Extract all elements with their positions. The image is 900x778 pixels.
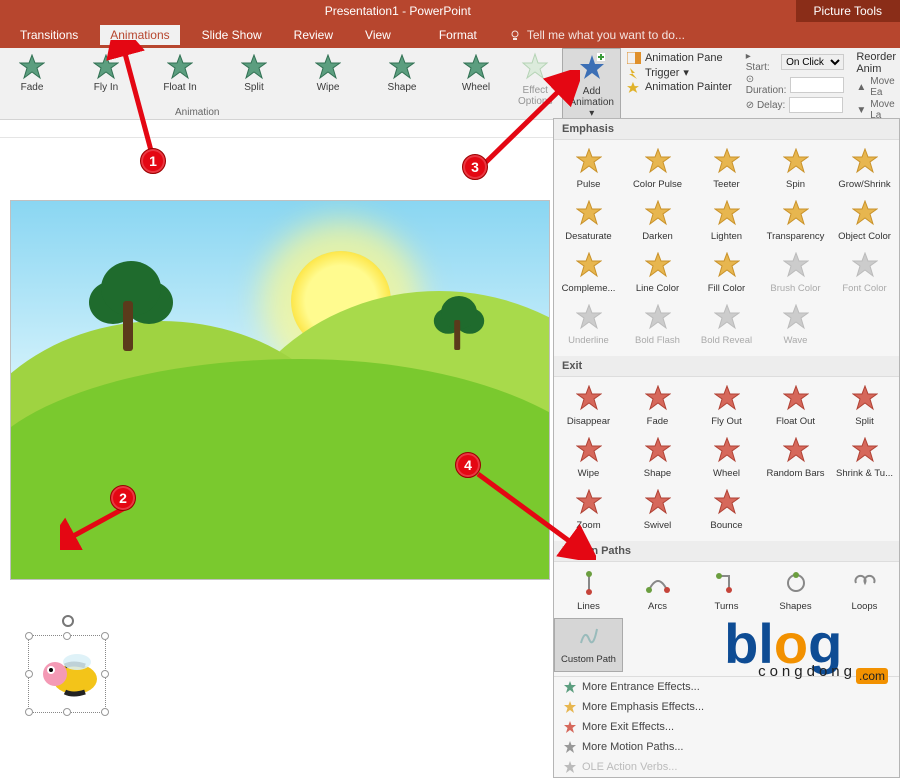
group-label-animation: Animation [175,107,219,118]
annotation-marker-3: 3 [462,154,488,180]
gallery-item-shape[interactable]: Shape [374,54,430,93]
star-icon [564,721,576,733]
exit-float-out[interactable]: Float Out [761,381,830,433]
motion-lines[interactable]: Lines [554,566,623,618]
annotation-arrow-2 [105,40,165,160]
exit-fly-out[interactable]: Fly Out [692,381,761,433]
section-motion-paths: Motion Paths [554,541,899,562]
emphasis-spin[interactable]: Spin [761,144,830,196]
star-icon [564,701,576,713]
selected-picture-bee[interactable] [28,635,106,713]
gallery-item-fade[interactable]: Fade [4,54,60,93]
emphasis-object-color[interactable]: Object Color [830,196,899,248]
trigger-button[interactable]: Trigger ▾ [627,66,732,79]
emphasis-lighten[interactable]: Lighten [692,196,761,248]
add-animation-icon [578,53,606,81]
exit-disappear[interactable]: Disappear [554,381,623,433]
tab-view[interactable]: View [355,25,401,45]
annotation-marker-4: 4 [455,452,481,478]
trigger-icon [627,67,641,79]
emphasis-font-color: Font Color [830,248,899,300]
annotation-marker-2: 2 [110,485,136,511]
delay-label: ⊘ Delay: [746,100,786,111]
emphasis-desaturate[interactable]: Desaturate [554,196,623,248]
tab-transitions[interactable]: Transitions [10,25,88,45]
exit-shape[interactable]: Shape [623,433,692,485]
start-select[interactable]: On Click [781,54,844,70]
exit-shrink---tu---[interactable]: Shrink & Tu... [830,433,899,485]
painter-icon [627,81,641,93]
motion-custom-path[interactable]: Custom Path [554,618,623,672]
star-icon [564,761,576,773]
emphasis-bold-flash: Bold Flash [623,300,692,352]
duration-label: ⊙ Duration: [746,74,787,96]
exit-random-bars[interactable]: Random Bars [761,433,830,485]
emphasis-bold-reveal: Bold Reveal [692,300,761,352]
star-icon [564,741,576,753]
animation-pane-button[interactable]: Animation Pane [627,52,732,64]
emphasis-compleme---[interactable]: Compleme... [554,248,623,300]
gallery-item-wipe[interactable]: Wipe [300,54,356,93]
emphasis-underline: Underline [554,300,623,352]
emphasis-grow-shrink[interactable]: Grow/Shrink [830,144,899,196]
animation-painter-button[interactable]: Animation Painter [627,81,732,93]
annotation-arrow-4 [476,470,596,560]
emphasis-teeter[interactable]: Teeter [692,144,761,196]
gallery-item-split[interactable]: Split [226,54,282,93]
advanced-animation-group: Animation Pane Trigger ▾ Animation Paint… [621,48,738,119]
section-emphasis: Emphasis [554,119,899,140]
emphasis-darken[interactable]: Darken [623,196,692,248]
emphasis-wave: Wave [761,300,830,352]
tell-me-search[interactable]: Tell me what you want to do... [509,28,685,42]
exit-wheel[interactable]: Wheel [692,433,761,485]
exit-fade[interactable]: Fade [623,381,692,433]
move-earlier-button[interactable]: ▲ Move Ea [856,76,896,98]
emphasis-fill-color[interactable]: Fill Color [692,248,761,300]
footer-link-3[interactable]: More Motion Paths... [554,737,899,757]
reorder-group: Reorder Anim ▲ Move Ea ▼ Move La [852,48,900,119]
motion-arcs[interactable]: Arcs [623,566,692,618]
lightbulb-icon [509,29,521,41]
title-bar: Presentation1 - PowerPoint Picture Tools [0,0,900,22]
reorder-title: Reorder Anim [856,51,896,75]
footer-link-2[interactable]: More Exit Effects... [554,717,899,737]
tab-review[interactable]: Review [284,25,343,45]
watermark-logo: blog congdong.com [724,611,888,683]
emphasis-transparency[interactable]: Transparency [761,196,830,248]
context-tab-picture-tools[interactable]: Picture Tools [796,0,900,22]
pane-icon [627,52,641,64]
delay-input[interactable] [789,97,843,113]
timing-group: ▸ Start:On Click ⊙ Duration: ⊘ Delay: [742,48,849,119]
footer-link-1[interactable]: More Emphasis Effects... [554,697,899,717]
duration-input[interactable] [790,77,844,93]
bee-clipart [35,644,105,704]
exit-swivel[interactable]: Swivel [623,485,692,537]
emphasis-line-color[interactable]: Line Color [623,248,692,300]
annotation-arrow-1 [60,500,160,550]
star-icon [564,681,576,693]
emphasis-color-pulse[interactable]: Color Pulse [623,144,692,196]
animation-gallery[interactable]: FadeFly InFloat InSplitWipeShapeWheel [0,48,508,93]
slide-canvas[interactable] [10,140,550,560]
tab-format[interactable]: Format [429,25,487,45]
section-exit: Exit [554,356,899,377]
tab-slideshow[interactable]: Slide Show [192,25,272,45]
exit-bounce[interactable]: Bounce [692,485,761,537]
rotate-handle-icon[interactable] [61,614,75,628]
annotation-arrow-3 [480,70,580,170]
start-label: ▸ Start: [746,51,777,73]
annotation-marker-1: 1 [140,148,166,174]
exit-split[interactable]: Split [830,381,899,433]
footer-link-4: OLE Action Verbs... [554,757,899,777]
emphasis-brush-color: Brush Color [761,248,830,300]
window-title: Presentation1 - PowerPoint [0,4,796,18]
